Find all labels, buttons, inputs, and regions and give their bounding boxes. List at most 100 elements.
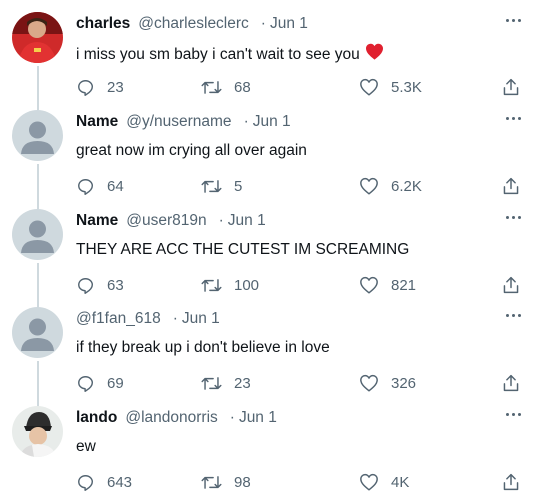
handle[interactable]: @user819n (126, 211, 206, 231)
tweet[interactable]: charles @charlesleclerc · Jun 1 i miss y… (0, 0, 540, 110)
avatar[interactable] (12, 406, 63, 457)
like-count: 821 (391, 276, 417, 294)
share-icon (503, 177, 519, 195)
like-button[interactable]: 4K (359, 471, 409, 493)
reply-icon (78, 375, 94, 392)
like-button[interactable]: 821 (359, 274, 416, 296)
heart-outline-icon (360, 473, 378, 491)
separator-dot: · (218, 212, 224, 229)
tweet-date[interactable]: Jun 1 (182, 309, 220, 329)
red-heart-icon (365, 43, 384, 66)
tweet-text: great now im crying all over again (76, 142, 307, 159)
display-name[interactable]: lando (76, 408, 117, 428)
retweet-button[interactable]: 68 (201, 76, 251, 98)
reply-count: 23 (107, 78, 124, 96)
more-options-icon[interactable] (504, 209, 524, 227)
avatar[interactable] (12, 12, 63, 63)
reply-button[interactable]: 64 (76, 175, 124, 197)
reply-icon (78, 277, 94, 294)
like-count: 4K (391, 473, 410, 491)
reply-button[interactable]: 23 (76, 76, 124, 98)
default-avatar-icon[interactable] (12, 110, 63, 161)
share-icon (503, 276, 519, 294)
tweet-date[interactable]: Jun 1 (228, 211, 266, 231)
more-options-icon[interactable] (504, 406, 524, 424)
display-name[interactable]: Name (76, 112, 118, 132)
retweet-button[interactable]: 5 (201, 175, 242, 197)
reply-button[interactable]: 69 (76, 372, 124, 394)
default-avatar-icon[interactable] (12, 307, 63, 358)
more-options-icon[interactable] (504, 12, 524, 30)
tweet-text-row: if they break up i don't believe in love (76, 338, 530, 358)
like-count: 6.2K (391, 177, 422, 195)
retweet-icon (201, 278, 222, 292)
reply-count: 63 (107, 276, 124, 294)
separator-dot: · (243, 113, 249, 130)
retweet-count: 23 (234, 374, 251, 392)
heart-outline-icon (360, 177, 378, 195)
like-button[interactable]: 326 (359, 372, 416, 394)
retweet-button[interactable]: 100 (201, 274, 259, 296)
like-count: 326 (391, 374, 417, 392)
tweet-header: charles @charlesleclerc · Jun 1 (76, 14, 530, 34)
reply-button[interactable]: 63 (76, 274, 124, 296)
share-button[interactable] (502, 175, 520, 197)
reply-icon (78, 178, 94, 195)
like-button[interactable]: 5.3K (359, 76, 422, 98)
reply-count: 64 (107, 177, 124, 195)
tweet-text-row: ew (76, 437, 530, 457)
display-name[interactable]: Name (76, 211, 118, 231)
tweet[interactable]: lando @landonorris · Jun 1 ew 643 98 4K (0, 394, 540, 503)
tweet-header: @f1fan_618 · Jun 1 (76, 309, 530, 329)
retweet-icon (201, 80, 222, 94)
share-button[interactable] (502, 76, 520, 98)
tweet-text-row: great now im crying all over again (76, 141, 530, 161)
retweet-count: 100 (234, 276, 260, 294)
retweet-button[interactable]: 98 (201, 471, 251, 493)
retweet-icon (201, 475, 222, 489)
tweet-text-row: i miss you sm baby i can't wait to see y… (76, 43, 530, 66)
default-avatar-icon[interactable] (12, 209, 63, 260)
more-options-icon[interactable] (504, 110, 524, 128)
reply-count: 643 (107, 473, 133, 491)
separator-dot: · (260, 15, 266, 32)
retweet-icon (201, 376, 222, 390)
tweet-header: lando @landonorris · Jun 1 (76, 408, 530, 428)
handle[interactable]: @landonorris (125, 408, 217, 428)
retweet-count: 98 (234, 473, 251, 491)
reply-count: 69 (107, 374, 124, 392)
heart-outline-icon (360, 78, 378, 96)
handle[interactable]: @charlesleclerc (138, 14, 249, 34)
tweet[interactable]: Name @y/nusername · Jun 1 great now im c… (0, 98, 540, 208)
handle[interactable]: @f1fan_618 (76, 309, 161, 329)
tweet-date[interactable]: Jun 1 (239, 408, 277, 428)
share-button[interactable] (502, 372, 520, 394)
heart-outline-icon (360, 276, 378, 294)
share-button[interactable] (502, 471, 520, 493)
retweet-count: 5 (234, 177, 243, 195)
heart-outline-icon (360, 374, 378, 392)
separator-dot: · (229, 409, 235, 426)
display-name[interactable]: charles (76, 14, 130, 34)
reply-button[interactable]: 643 (76, 471, 132, 493)
handle[interactable]: @y/nusername (126, 112, 231, 132)
tweet-date[interactable]: Jun 1 (253, 112, 291, 132)
reply-icon (78, 79, 94, 96)
share-button[interactable] (502, 274, 520, 296)
tweet-text-row: THEY ARE ACC THE CUTEST IM SCREAMING (76, 240, 530, 260)
more-options-icon[interactable] (504, 307, 524, 325)
tweet-text: THEY ARE ACC THE CUTEST IM SCREAMING (76, 241, 410, 258)
tweet-date[interactable]: Jun 1 (270, 14, 308, 34)
tweet-header: Name @y/nusername · Jun 1 (76, 112, 530, 132)
tweet-text: if they break up i don't believe in love (76, 339, 330, 356)
like-count: 5.3K (391, 78, 422, 96)
tweet[interactable]: Name @user819n · Jun 1 THEY ARE ACC THE … (0, 197, 540, 307)
share-icon (503, 374, 519, 392)
retweet-icon (201, 179, 222, 193)
tweet-text: ew (76, 438, 96, 455)
tweet[interactable]: @f1fan_618 · Jun 1 if they break up i do… (0, 295, 540, 405)
like-button[interactable]: 6.2K (359, 175, 422, 197)
separator-dot: · (172, 310, 178, 327)
retweet-count: 68 (234, 78, 251, 96)
retweet-button[interactable]: 23 (201, 372, 251, 394)
